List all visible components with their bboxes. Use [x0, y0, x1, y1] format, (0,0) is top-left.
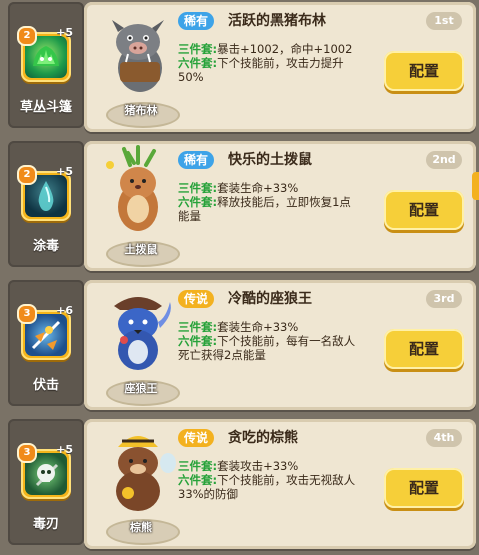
rank-badge: 4th [426, 429, 462, 447]
set3-label: 三件套: [178, 320, 218, 334]
skill-level-badge: 3 [17, 443, 37, 463]
set-bonus-description: 三件套:套装生命+33% 六件套:下个技能前，每有一名敌人死亡获得2点能量 [178, 320, 358, 362]
configure-button[interactable]: 配置 [384, 329, 464, 369]
skill-slot[interactable]: 2 +5 [17, 165, 73, 221]
brown-bear-icon [116, 436, 176, 511]
pet-name: 棕熊 [130, 521, 152, 534]
skill-level-badge: 2 [17, 165, 37, 185]
rarity-badge: 稀有 [178, 151, 215, 169]
pet-name: 土拨鼠 [124, 243, 158, 256]
rarity-badge: 传说 [178, 429, 215, 447]
skill-plus-level: +5 [56, 443, 73, 456]
skill-plus-level: +5 [56, 165, 73, 178]
rank-badge: 1st [426, 12, 462, 30]
rarity-badge: 传说 [178, 290, 215, 308]
set3-text: 套装攻击+33% [217, 459, 299, 473]
rank-badge: 3rd [426, 290, 462, 308]
skill-level-badge: 3 [17, 304, 37, 324]
configure-button[interactable]: 配置 [384, 468, 464, 508]
skill-panel: 3 +6 伏击 [8, 280, 84, 406]
rank-badge: 2nd [426, 151, 462, 169]
pet-title: 贪吃的棕熊 [228, 430, 298, 446]
set3-label: 三件套: [178, 181, 218, 195]
skill-name: 伏击 [32, 378, 59, 393]
rarity-badge: 稀有 [178, 12, 215, 30]
pet-card: 土拨鼠 稀有 快乐的土拨鼠 2nd 三件套:套装生命+33% 六件套:释放技能后… [84, 141, 476, 271]
set6-label: 六件套: [178, 473, 218, 487]
set3-label: 三件套: [178, 42, 218, 56]
set3-text: 套装生命+33% [217, 181, 299, 195]
pet-row: 3 +5 毒刃 棕熊 传说 贪吃的棕熊 4th 三件套:套装攻击+33% 六件套… [0, 417, 479, 555]
set-bonus-description: 三件套:暴击+1002，命中+1002 六件套:下个技能前，攻击力提升50% [178, 42, 358, 84]
boar-goblin-icon [112, 20, 164, 92]
pet-card: 猪布林 稀有 活跃的黑猪布林 1st 三件套:暴击+1002，命中+1002 六… [84, 2, 476, 132]
skill-slot[interactable]: 3 +5 [17, 443, 73, 499]
pet-portrait[interactable]: 土拨鼠 [90, 145, 186, 267]
configure-button[interactable]: 配置 [384, 190, 464, 230]
pet-row: 2 +5 涂毒 土拨鼠 稀有 快乐的土拨鼠 2nd 三件套:套装生命+33% 六… [0, 139, 479, 277]
wolf-king-icon [114, 297, 171, 370]
side-tab-handle[interactable] [472, 172, 479, 200]
skill-plus-level: +5 [56, 26, 73, 39]
pet-portrait[interactable]: 棕熊 [90, 423, 186, 545]
pet-title: 快乐的土拨鼠 [228, 152, 312, 168]
set6-label: 六件套: [178, 334, 218, 348]
pet-card: 棕熊 传说 贪吃的棕熊 4th 三件套:套装攻击+33% 六件套:下个技能前，攻… [84, 419, 476, 549]
skill-panel: 2 +5 涂毒 [8, 141, 84, 267]
skill-slot[interactable]: 3 +6 [17, 304, 73, 360]
pet-name: 座狼王 [124, 382, 158, 395]
skill-name: 涂毒 [32, 239, 59, 254]
pet-name: 猪布林 [124, 104, 158, 117]
skill-level-badge: 2 [17, 26, 37, 46]
configure-button[interactable]: 配置 [384, 51, 464, 91]
skill-panel: 3 +5 毒刃 [8, 419, 84, 545]
pet-card: 座狼王 传说 冷酷的座狼王 3rd 三件套:套装生命+33% 六件套:下个技能前… [84, 280, 476, 410]
groundhog-icon [106, 145, 158, 231]
set3-label: 三件套: [178, 459, 218, 473]
set-bonus-description: 三件套:套装攻击+33% 六件套:下个技能前，攻击无视敌人33%的防御 [178, 459, 358, 501]
skill-panel: 2 +5 草丛斗篷 [8, 2, 84, 128]
set6-label: 六件套: [178, 195, 218, 209]
skill-plus-level: +6 [56, 304, 73, 317]
pet-row: 3 +6 伏击 座狼王 传说 冷酷的座狼王 3rd 三件套:套装生命+33% 六… [0, 278, 479, 416]
skill-name: 毒刃 [32, 517, 59, 532]
skill-name: 草丛斗篷 [19, 100, 72, 115]
set6-label: 六件套: [178, 56, 218, 70]
skill-slot[interactable]: 2 +5 [17, 26, 73, 82]
set3-text: 套装生命+33% [217, 320, 299, 334]
pet-title: 冷酷的座狼王 [228, 291, 312, 307]
pet-title: 活跃的黑猪布林 [228, 13, 326, 29]
set3-text: 暴击+1002，命中+1002 [217, 42, 353, 56]
pet-portrait[interactable]: 座狼王 [90, 284, 186, 406]
set-bonus-description: 三件套:套装生命+33% 六件套:释放技能后，立即恢复1点能量 [178, 181, 358, 223]
pet-portrait[interactable]: 猪布林 [90, 6, 186, 128]
pet-row: 2 +5 草丛斗篷 猪布林 稀有 活跃的黑猪布林 1st 三件套:暴击+1002… [0, 0, 479, 138]
